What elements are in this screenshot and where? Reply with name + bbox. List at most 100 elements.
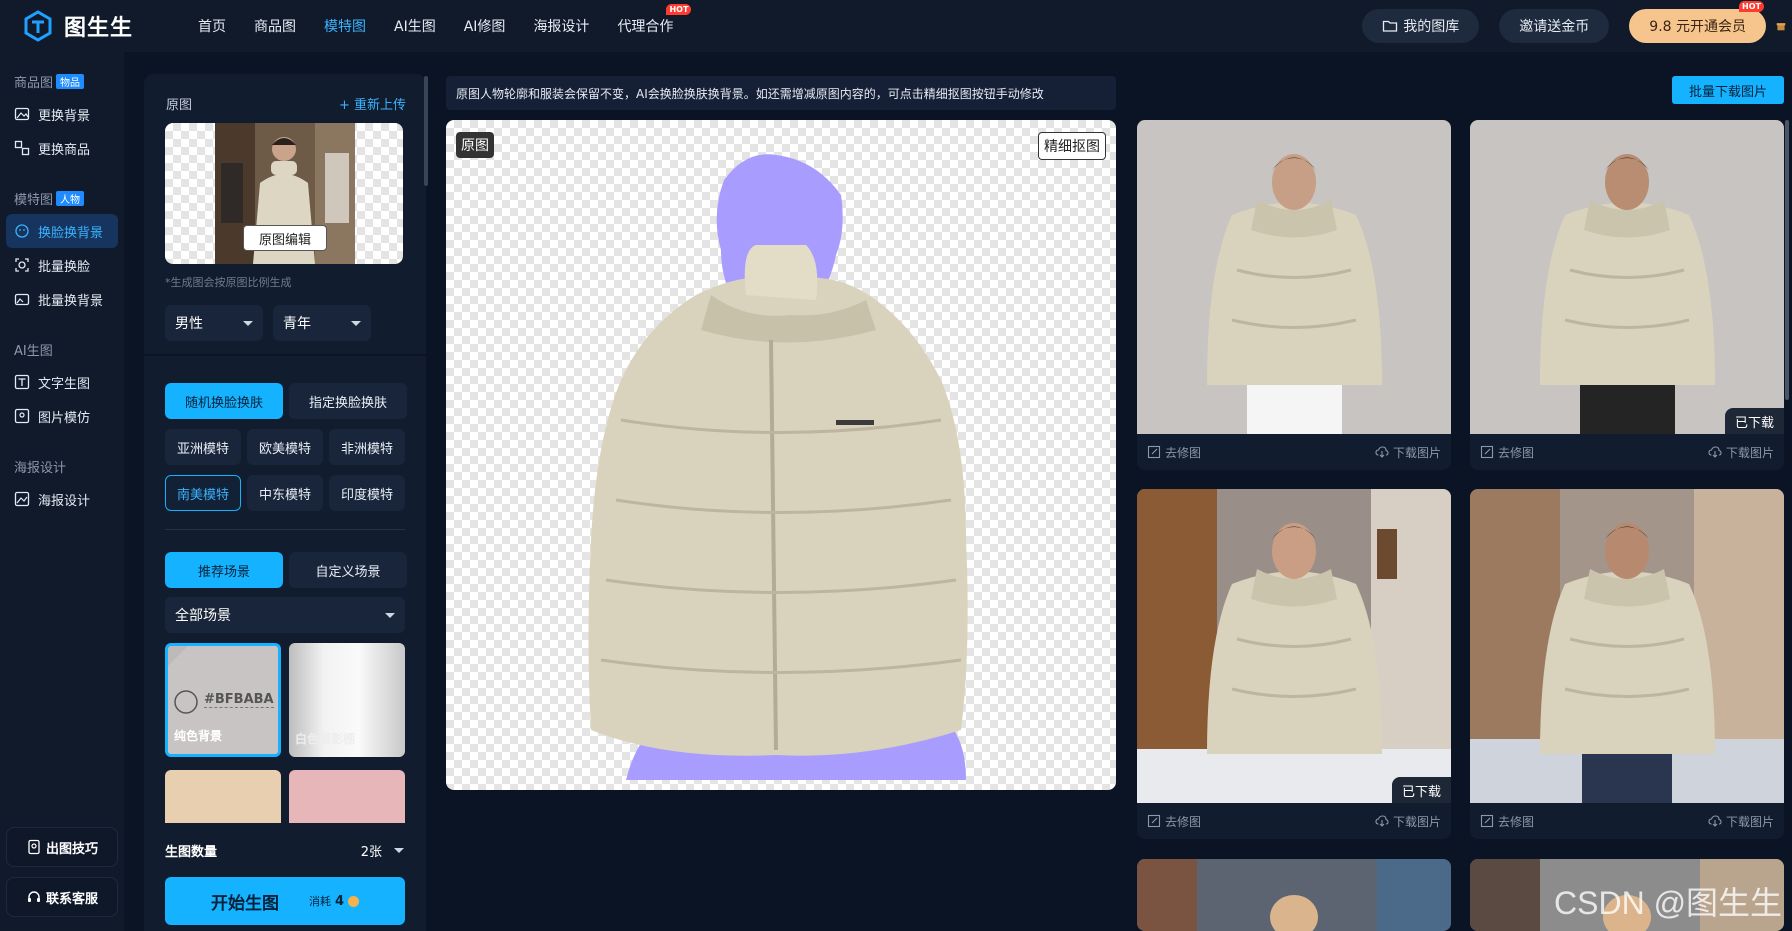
download-button[interactable]: 下载图片 <box>1375 444 1441 461</box>
download-button[interactable]: 下载图片 <box>1708 444 1774 461</box>
nav-poster[interactable]: 海报设计 <box>519 16 603 36</box>
age-select[interactable]: 青年 <box>273 305 371 341</box>
notice-banner: 原图人物轮廓和服装会保留不变，AI会换脸换肤换背景。如还需增减原图内容的，可点击… <box>446 76 1116 110</box>
result-image <box>1137 489 1451 803</box>
scene-filter-value: 全部场景 <box>175 608 231 624</box>
image-swap-icon <box>14 107 30 121</box>
logo[interactable]: 图生生 <box>22 10 172 42</box>
section-title: AI生图 <box>0 340 124 359</box>
nav-ai-edit[interactable]: AI修图 <box>450 16 520 36</box>
result-card[interactable]: 去修图 下载图片 <box>1137 120 1451 470</box>
reupload-link[interactable]: + 重新上传 <box>339 94 406 113</box>
tab-custom-scene[interactable]: 自定义场景 <box>289 552 407 588</box>
download-button[interactable]: 下载图片 <box>1375 813 1441 830</box>
result-card[interactable]: 已下载 去修图 下载图片 <box>1470 120 1784 470</box>
batch-download-button[interactable]: 批量下载图片 <box>1672 76 1784 104</box>
folder-icon <box>1383 20 1398 32</box>
tab-random-face[interactable]: 随机换脸换肤 <box>165 383 283 419</box>
nav-label: 代理合作 <box>617 19 674 35</box>
original-thumbnail[interactable]: 原图编辑 <box>165 123 403 264</box>
scene-filter-select[interactable]: 全部场景 <box>165 597 405 633</box>
retouch-button[interactable]: 去修图 <box>1147 444 1201 461</box>
retouch-button[interactable]: 去修图 <box>1147 813 1201 830</box>
model-south-american[interactable]: 南美模特 <box>165 475 241 511</box>
nav-agent[interactable]: 代理合作 HOT <box>603 4 692 36</box>
nav-ai-gen[interactable]: AI生图 <box>380 16 450 36</box>
image-mimic-icon <box>14 408 30 424</box>
cloud-download-icon <box>1375 446 1389 458</box>
main-nav: 首页 商品图 模特图 AI生图 AI修图 海报设计 代理合作 HOT <box>184 4 692 36</box>
chevron-down-icon <box>351 320 361 326</box>
original-canvas[interactable]: 原图 精细抠图 <box>446 120 1116 790</box>
model-middle-east[interactable]: 中东模特 <box>247 475 323 511</box>
section-title: 模特图 人物 <box>0 189 124 208</box>
vip-button[interactable]: 9.8 元开通会员 HOT <box>1629 1 1766 43</box>
sidebar-item-batch-bg[interactable]: 批量换背景 <box>6 282 118 316</box>
result-actions: 去修图 下载图片 <box>1137 803 1451 839</box>
invite-button[interactable]: 邀请送金币 <box>1499 9 1610 43</box>
count-label: 生图数量 <box>165 845 218 860</box>
nav-model[interactable]: 模特图 <box>310 16 380 36</box>
settings-panel: 原图 + 重新上传 原图编辑 *生成图会按原图比例生成 男性 青年 随机换脸换肤… <box>144 74 426 931</box>
my-gallery-button[interactable]: 我的图库 <box>1362 9 1480 43</box>
gender-value: 男性 <box>175 316 203 332</box>
nav-product[interactable]: 商品图 <box>240 16 310 36</box>
tab-recommended-scene[interactable]: 推荐场景 <box>165 552 283 588</box>
scene-solid-color[interactable]: #BFBABA 纯色背景 <box>165 643 281 757</box>
result-image <box>1470 120 1784 434</box>
fine-cutout-button[interactable]: 精细抠图 <box>1038 132 1106 160</box>
model-indian[interactable]: 印度模特 <box>329 475 405 511</box>
product-swap-icon <box>14 140 30 156</box>
hot-badge: HOT <box>666 4 692 15</box>
support-button[interactable]: 联系客服 <box>6 877 118 917</box>
result-image <box>1137 120 1451 434</box>
generate-bar: 生图数量 2张 开始生图 消耗 4 <box>144 823 426 931</box>
sidebar-item-change-bg[interactable]: 更换背景 <box>6 97 118 131</box>
model-western[interactable]: 欧美模特 <box>247 429 323 465</box>
tips-label: 出图技巧 <box>45 841 98 857</box>
top-bar: 图生生 首页 商品图 模特图 AI生图 AI修图 海报设计 代理合作 HOT 我的… <box>0 0 1792 52</box>
chevron-down-icon <box>394 848 404 853</box>
edit-icon <box>1480 814 1494 828</box>
result-card[interactable]: 已下载 去修图 下载图片 <box>1137 489 1451 839</box>
sidebar-item-change-product[interactable]: 更换商品 <box>6 131 118 165</box>
model-asian[interactable]: 亚洲模特 <box>165 429 241 465</box>
retouch-button[interactable]: 去修图 <box>1480 444 1534 461</box>
model-african[interactable]: 非洲模特 <box>329 429 405 465</box>
nav-label: AI修图 <box>463 19 506 35</box>
start-generate-button[interactable]: 开始生图 消耗 4 <box>165 877 405 925</box>
result-actions: 去修图 下载图片 <box>1470 434 1784 470</box>
logo-icon <box>24 10 52 42</box>
chevron-down-icon <box>385 612 395 618</box>
sidebar-item-image-mimic[interactable]: 图片模仿 <box>6 399 118 433</box>
ratio-note: *生成图会按原图比例生成 <box>165 276 292 289</box>
result-card[interactable]: 去修图 下载图片 <box>1470 489 1784 839</box>
download-button[interactable]: 下载图片 <box>1708 813 1774 830</box>
sidebar-item-face-swap[interactable]: 换脸换背景 <box>6 214 118 248</box>
gender-select[interactable]: 男性 <box>165 305 263 341</box>
nav-label: 海报设计 <box>533 19 590 35</box>
retouch-button[interactable]: 去修图 <box>1480 813 1534 830</box>
count-select[interactable]: 2张 <box>361 841 404 860</box>
retouch-label: 去修图 <box>1498 445 1535 460</box>
panel-scrollbar[interactable] <box>424 76 428 186</box>
nav-home[interactable]: 首页 <box>184 16 240 36</box>
sidebar-item-batch-face[interactable]: 批量换脸 <box>6 248 118 282</box>
edit-original-button[interactable]: 原图编辑 <box>243 225 327 251</box>
gift-button[interactable] <box>1770 9 1792 43</box>
tab-specified-face[interactable]: 指定换脸换肤 <box>289 383 407 419</box>
nav-label: 商品图 <box>254 19 296 35</box>
tips-button[interactable]: 出图技巧 <box>6 827 118 867</box>
sidebar-item-poster[interactable]: 海报设计 <box>6 482 118 516</box>
section-title: 海报设计 <box>0 457 124 476</box>
sidebar-item-text-image[interactable]: 文字生图 <box>6 365 118 399</box>
top-right-actions: 我的图库 邀请送金币 9.8 元开通会员 HOT <box>1342 0 1792 52</box>
scene-white-studio[interactable]: 白色摄影棚 <box>289 643 405 757</box>
masked-model-image <box>588 154 968 780</box>
section-tag: 人物 <box>56 191 85 206</box>
result-card[interactable] <box>1137 859 1451 931</box>
cost-info: 消耗 4 <box>308 893 360 909</box>
cost-label: 消耗 <box>308 895 331 908</box>
results-scrollbar[interactable] <box>1785 120 1789 400</box>
sidebar-item-label: 文字生图 <box>38 376 91 392</box>
